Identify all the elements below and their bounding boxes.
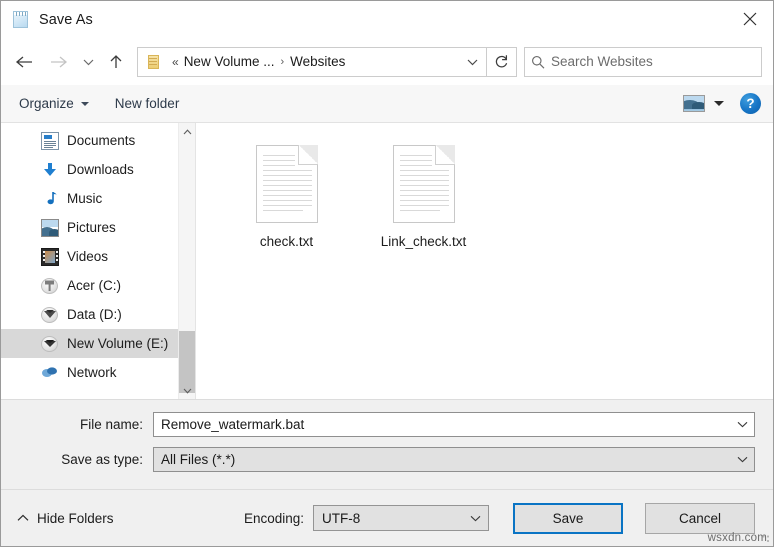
sidebar-item-documents[interactable]: Documents: [1, 126, 195, 155]
recent-locations-chevron-icon[interactable]: [75, 47, 101, 77]
sidebar-item-pictures[interactable]: Pictures: [1, 213, 195, 242]
new-folder-button[interactable]: New folder: [115, 96, 180, 111]
sidebar-scrollbar[interactable]: [178, 123, 195, 399]
sidebar-item-new-volume-e[interactable]: New Volume (E:): [1, 329, 195, 358]
folder-icon: [146, 54, 162, 69]
forward-arrow-icon: [41, 47, 75, 77]
preview-pane-icon[interactable]: [683, 95, 705, 112]
drive-icon: [41, 306, 59, 324]
chevron-down-icon[interactable]: [730, 421, 754, 428]
sidebar-item-label: Data (D:): [67, 307, 122, 322]
hide-folders-button[interactable]: Hide Folders: [17, 511, 114, 526]
drive-icon: [41, 277, 59, 295]
text-file-icon: [392, 145, 455, 223]
file-name-value: Remove_watermark.bat: [161, 417, 305, 432]
organize-label: Organize: [19, 96, 74, 111]
search-box[interactable]: Search Websites: [524, 46, 762, 77]
music-icon: [41, 190, 59, 208]
sidebar-item-label: Network: [67, 365, 117, 380]
hide-folders-label: Hide Folders: [37, 510, 114, 526]
sidebar-item-label: Acer (C:): [67, 278, 121, 293]
breadcrumb-separator[interactable]: ›: [275, 56, 289, 68]
breadcrumb-item-0[interactable]: New Volume ...: [183, 54, 276, 69]
file-list-pane[interactable]: check.txt Link_check.txt: [196, 123, 773, 399]
help-label: ?: [746, 95, 755, 111]
up-arrow-icon[interactable]: [101, 47, 131, 77]
cancel-button[interactable]: Cancel: [645, 502, 755, 534]
encoding-label: Encoding:: [243, 510, 304, 526]
dialog-footer: Hide Folders Encoding: UTF-8 Save Cancel…: [1, 489, 773, 546]
navigation-bar: « New Volume ... › Websites Search Websi…: [1, 38, 773, 85]
sidebar-item-acer-c[interactable]: Acer (C:): [1, 271, 195, 300]
cancel-label: Cancel: [678, 510, 722, 526]
file-grid: check.txt Link_check.txt: [218, 145, 773, 249]
watermark-text: wsxdn.com: [707, 532, 767, 544]
command-toolbar: Organize New folder ?: [1, 85, 773, 123]
save-as-type-label: Save as type:: [61, 452, 143, 467]
sidebar-item-music[interactable]: Music: [1, 184, 195, 213]
navigation-pane: Documents Downloads Music Pictures Video…: [1, 123, 196, 399]
notepad-icon: [12, 10, 30, 29]
drive-icon: [41, 335, 59, 353]
file-name-input[interactable]: Remove_watermark.bat: [153, 412, 755, 437]
save-as-dialog: Save As « New Volume ... › Websites Sear…: [0, 0, 774, 547]
scroll-down-chevron-icon[interactable]: [179, 382, 195, 399]
organize-button[interactable]: Organize: [19, 96, 89, 111]
search-icon: [525, 55, 551, 69]
downloads-icon: [41, 161, 59, 179]
view-options-chevron-icon[interactable]: [714, 101, 724, 106]
file-name-label: Link_check.txt: [380, 234, 467, 249]
chevron-down-icon[interactable]: [730, 456, 754, 463]
encoding-select[interactable]: UTF-8: [313, 505, 489, 531]
dialog-body: Documents Downloads Music Pictures Video…: [1, 123, 773, 399]
scroll-up-chevron-icon[interactable]: [179, 123, 195, 140]
close-icon[interactable]: [727, 1, 773, 37]
chevron-down-icon[interactable]: [462, 515, 488, 522]
save-as-type-select[interactable]: All Files (*.*): [153, 447, 755, 472]
breadcrumb-item-1[interactable]: Websites: [289, 54, 346, 69]
save-as-type-row: Save as type: All Files (*.*): [19, 447, 755, 472]
encoding-value: UTF-8: [322, 510, 361, 526]
sidebar-item-label: Pictures: [67, 220, 116, 235]
network-icon: [41, 364, 59, 382]
search-input[interactable]: Search Websites: [551, 54, 653, 69]
file-name-label: File name:: [79, 417, 143, 432]
sidebar-item-network[interactable]: Network: [1, 358, 195, 387]
back-arrow-icon[interactable]: [7, 47, 41, 77]
new-folder-label: New folder: [114, 96, 180, 111]
file-name-row: File name: Remove_watermark.bat: [19, 412, 755, 437]
videos-icon: [41, 247, 59, 266]
save-form: File name: Remove_watermark.bat Save as …: [1, 399, 773, 489]
text-file-icon: [255, 145, 318, 223]
file-item[interactable]: check.txt: [218, 145, 355, 249]
sidebar-item-label: Music: [67, 191, 103, 206]
chevron-down-icon: [80, 101, 89, 106]
breadcrumb-overflow[interactable]: «: [168, 55, 183, 69]
breadcrumb: « New Volume ... › Websites: [168, 54, 458, 69]
file-name-label: check.txt: [259, 234, 314, 249]
address-bar[interactable]: « New Volume ... › Websites: [137, 46, 487, 77]
refresh-icon[interactable]: [487, 46, 517, 77]
save-label: Save: [552, 510, 584, 526]
save-button[interactable]: Save: [513, 502, 623, 534]
sidebar-item-label: New Volume (E:): [67, 336, 169, 351]
pictures-icon: [41, 218, 59, 237]
sidebar-item-label: Documents: [67, 133, 136, 148]
address-dropdown-chevron-icon[interactable]: [458, 48, 486, 76]
sidebar-item-label: Videos: [67, 249, 109, 264]
sidebar-item-downloads[interactable]: Downloads: [1, 155, 195, 184]
title-bar: Save As: [1, 1, 773, 38]
documents-icon: [41, 131, 59, 150]
sidebar-item-label: Downloads: [67, 162, 134, 177]
help-button[interactable]: ?: [740, 93, 761, 114]
resize-grip[interactable]: [762, 535, 771, 544]
window-title: Save As: [39, 11, 93, 28]
sidebar-item-data-d[interactable]: Data (D:): [1, 300, 195, 329]
save-as-type-value: All Files (*.*): [161, 452, 236, 467]
chevron-up-icon: [17, 514, 29, 522]
sidebar-item-videos[interactable]: Videos: [1, 242, 195, 271]
file-item[interactable]: Link_check.txt: [355, 145, 492, 249]
